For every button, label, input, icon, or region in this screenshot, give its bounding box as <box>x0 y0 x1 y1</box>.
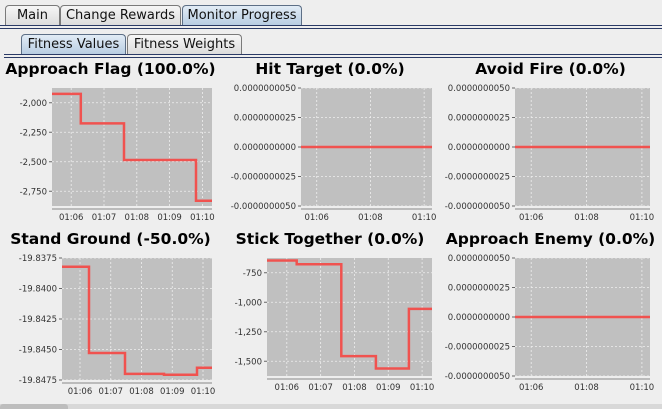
chart-svg: 0.0000000050 0.0000000025 0.0000000000 -0.0… <box>445 84 655 223</box>
x-tick-label: 01:07 <box>92 213 117 223</box>
x-tick-label: 01:08 <box>125 213 150 223</box>
y-tick-label: -2,500 <box>20 158 47 168</box>
tab-change-rewards[interactable]: Change Rewards <box>60 5 181 25</box>
y-tick-label: -19.8400 <box>19 285 57 295</box>
bottom-tab-stub <box>0 404 68 409</box>
y-tick-label: -2,250 <box>20 128 47 138</box>
y-tick-label: 0.0000000000 <box>448 143 510 153</box>
x-tick-label: 01:10 <box>410 383 435 393</box>
chart-panel: Stand Ground (-50.0%) -19.8375 -19.8400 -19… <box>4 230 217 395</box>
y-tick-label: -1,000 <box>235 298 262 308</box>
y-tick-label: 0.0000000050 <box>448 254 510 264</box>
y-tick-label: 0.0000000025 <box>448 284 510 294</box>
chart-panel: Approach Enemy (0.0%) 0.0000000050 0.00000… <box>443 230 658 395</box>
chart-panel: Approach Flag (100.0%) -2,000 -2,250 -2,500… <box>4 60 217 225</box>
y-tick-label: -1,500 <box>235 357 262 367</box>
main-tab-bar: Main Change Rewards Monitor Progress <box>0 0 662 29</box>
x-tick-label: 01:09 <box>157 213 182 223</box>
x-tick-label: 01:07 <box>99 387 124 395</box>
chart-svg: -2,000 -2,250 -2,500 -2,750 01:06 01:07 01:08 0… <box>20 88 215 223</box>
y-tick-label: 0.0000000000 <box>234 143 296 153</box>
y-tick-label: -0.0000000050 <box>231 202 296 212</box>
chart-panel: Stick Together (0.0%) -750 -1,000 -1,250 -1,… <box>224 230 436 395</box>
status-strip <box>0 404 662 409</box>
chart-svg: 0.0000000050 0.0000000025 0.0000000000 -0.0… <box>445 254 655 393</box>
subtab-divider <box>4 54 662 55</box>
y-tick-label: 0.0000000050 <box>234 84 296 94</box>
x-tick-label: 01:09 <box>160 387 185 395</box>
chart-svg: -19.8375 -19.8400 -19.8425 -19.8450 -19.8475… <box>19 254 216 395</box>
x-tick-label: 01:10 <box>630 213 655 223</box>
chart-panel: Avoid Fire (0.0%) 0.0000000050 0.000000002… <box>443 60 658 225</box>
x-tick-label: 01:08 <box>574 213 599 223</box>
x-tick-label: 01:06 <box>275 383 300 393</box>
subtab-divider-lower <box>4 57 662 58</box>
tab-bar-divider-lower <box>0 28 662 29</box>
y-tick-label: -19.8475 <box>19 376 57 386</box>
x-tick-label: 01:08 <box>129 387 154 395</box>
y-tick-label: -19.8425 <box>19 315 57 325</box>
plot-area <box>52 88 212 206</box>
y-tick-label: -0.0000000025 <box>445 173 510 183</box>
plot-area <box>267 258 432 376</box>
tab-bar-divider <box>0 25 662 26</box>
x-tick-label: 01:06 <box>519 213 544 223</box>
tab-main[interactable]: Main <box>5 5 60 25</box>
y-tick-label: -19.8450 <box>19 346 57 356</box>
x-tick-label: 01:06 <box>519 383 544 393</box>
y-tick-label: -0.0000000050 <box>445 372 510 382</box>
chart-svg: 0.0000000050 0.0000000025 0.0000000000 -0.0… <box>231 84 436 223</box>
x-tick-label: 01:07 <box>308 383 333 393</box>
y-tick-label: -1,250 <box>235 328 262 338</box>
y-tick-label: 0.0000000050 <box>448 84 510 94</box>
chart-svg: -750 -1,000 -1,250 -1,500 01:06 01:07 01:08 01:… <box>235 258 435 393</box>
x-tick-label: 01:10 <box>630 383 655 393</box>
x-tick-label: 01:08 <box>358 213 383 223</box>
y-tick-label: 0.0000000025 <box>234 114 296 124</box>
x-tick-label: 01:06 <box>68 387 93 395</box>
x-tick-label: 01:08 <box>574 383 599 393</box>
y-tick-label: 0.0000000000 <box>448 313 510 323</box>
y-tick-label: -0.0000000050 <box>445 202 510 212</box>
tab-fitness-weights[interactable]: Fitness Weights <box>127 34 242 54</box>
y-tick-label: -0.0000000025 <box>231 173 296 183</box>
tab-monitor-progress[interactable]: Monitor Progress <box>182 5 302 25</box>
plot-area <box>62 258 212 380</box>
tab-fitness-values[interactable]: Fitness Values <box>21 34 126 54</box>
y-tick-label: -2,750 <box>20 187 47 197</box>
x-tick-label: 01:10 <box>190 213 215 223</box>
x-tick-label: 01:06 <box>59 213 84 223</box>
x-tick-label: 01:10 <box>412 213 436 223</box>
y-tick-label: -2,000 <box>20 99 47 109</box>
x-tick-label: 01:09 <box>376 383 401 393</box>
y-tick-label: -0.0000000025 <box>445 343 510 353</box>
y-tick-label: 0.0000000025 <box>448 114 510 124</box>
x-tick-label: 01:08 <box>342 383 367 393</box>
y-tick-label: -19.8375 <box>19 254 57 264</box>
x-tick-label: 01:10 <box>191 387 216 395</box>
x-tick-label: 01:06 <box>304 213 329 223</box>
y-tick-label: -750 <box>243 269 262 279</box>
chart-panel: Hit Target (0.0%) 0.0000000050 0.000000002… <box>224 60 436 225</box>
